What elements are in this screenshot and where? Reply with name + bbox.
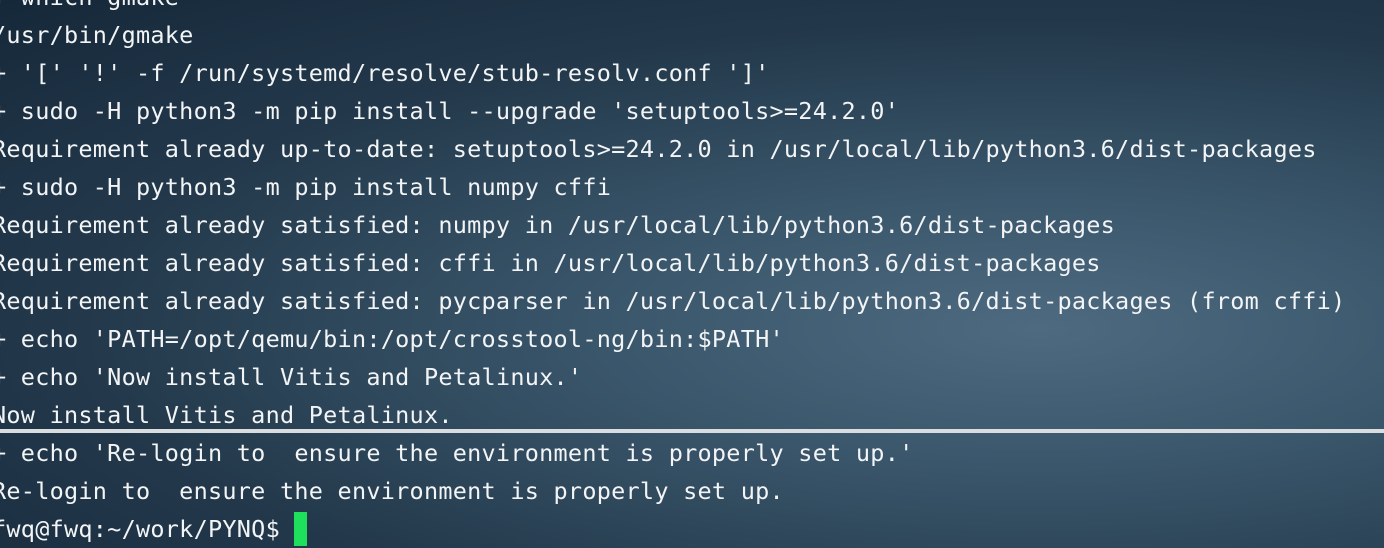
terminal-output: + which gmake /usr/bin/gmake + '[' '!' -… [0, 0, 1345, 548]
terminal-line: + sudo -H python3 -m pip install numpy c… [0, 173, 612, 201]
text-cursor [293, 512, 307, 546]
terminal-line: + sudo -H python3 -m pip install --upgra… [0, 97, 900, 125]
terminal-window[interactable]: + which gmake /usr/bin/gmake + '[' '!' -… [0, 0, 1384, 548]
terminal-line: /usr/bin/gmake [0, 21, 194, 49]
terminal-line: Re-login to ensure the environment is pr… [0, 477, 784, 505]
pane-divider[interactable] [0, 429, 1384, 433]
terminal-line: + echo 'Now install Vitis and Petalinux.… [0, 363, 583, 391]
terminal-line: + '[' '!' -f /run/systemd/resolve/stub-r… [0, 59, 770, 87]
terminal-line: + which gmake [0, 0, 1345, 16]
terminal-line: Requirement already up-to-date: setuptoo… [0, 135, 1317, 163]
terminal-line: Requirement already satisfied: cffi in /… [0, 249, 1101, 277]
terminal-line: Requirement already satisfied: numpy in … [0, 211, 1116, 239]
terminal-line: + echo 'Re-login to ensure the environme… [0, 439, 914, 467]
prompt-line[interactable]: fwq@fwq:~/work/PYNQ$ [0, 510, 1345, 548]
terminal-line: Requirement already satisfied: pycparser… [0, 287, 1346, 315]
terminal-line: + echo 'PATH=/opt/qemu/bin:/opt/crosstoo… [0, 325, 784, 353]
shell-prompt: fwq@fwq:~/work/PYNQ$ [0, 515, 280, 543]
